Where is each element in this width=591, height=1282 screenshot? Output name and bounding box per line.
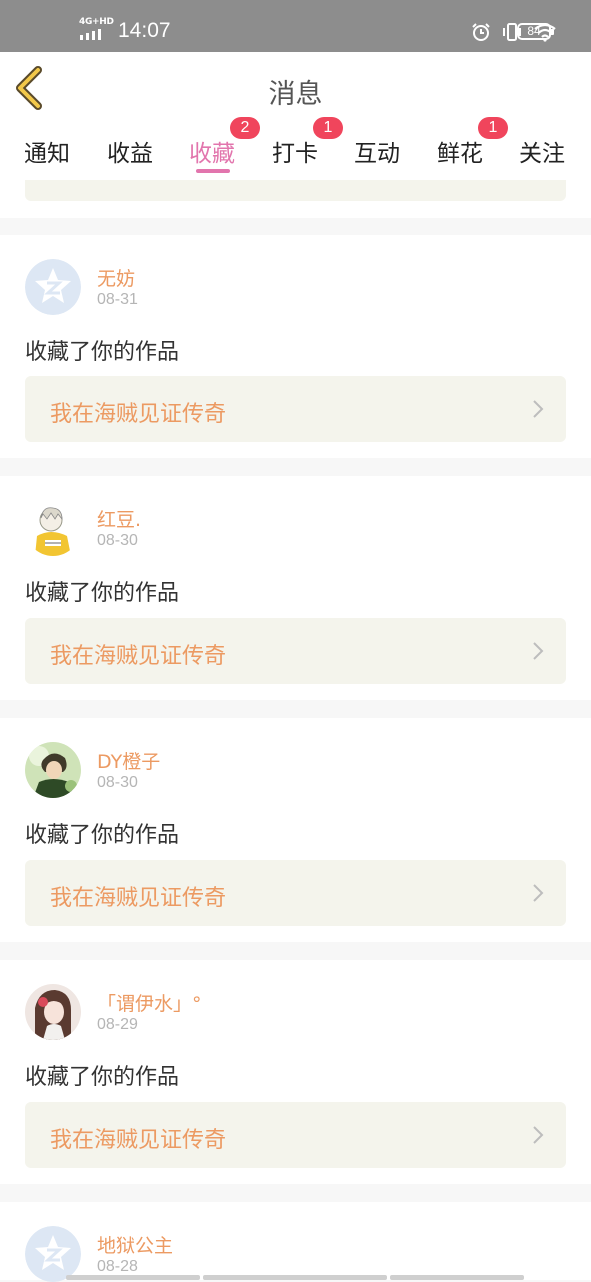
list-item: 「谓伊水」° 08-29 收藏了你的作品 我在海贼见证传奇 (0, 960, 591, 1184)
tab-interaction[interactable]: 互动 (354, 134, 400, 168)
avatar[interactable] (25, 259, 81, 315)
tab-flowers-badge: 1 (478, 117, 508, 139)
list-item: DY橙子 08-30 收藏了你的作品 我在海贼见证传奇 (0, 718, 591, 942)
chevron-right-icon (533, 642, 544, 660)
chevron-right-icon (533, 1126, 544, 1144)
action-text: 收藏了你的作品 (25, 1065, 180, 1090)
chevron-right-icon (533, 884, 544, 902)
date: 08-30 (97, 774, 138, 791)
default-avatar-icon (25, 259, 81, 315)
work-link[interactable]: 我在海贼见证传奇 (25, 376, 566, 442)
date: 08-28 (97, 1258, 138, 1275)
status-bar: 4G+HD 14:07 84 (0, 0, 591, 52)
default-avatar-icon (25, 1226, 81, 1282)
work-title: 我在海贼见证传奇 (50, 644, 227, 669)
action-text: 收藏了你的作品 (25, 340, 180, 365)
tab-flowers[interactable]: 鲜花 (437, 134, 483, 168)
tab-earnings[interactable]: 收益 (107, 134, 153, 168)
work-link[interactable]: 我在海贼见证传奇 (25, 1102, 566, 1168)
tab-checkin[interactable]: 打卡 (272, 134, 318, 168)
anime-girl-avatar (25, 984, 81, 1040)
list-item: 无妨 08-31 收藏了你的作品 我在海贼见证传奇 (0, 235, 591, 458)
tab-checkin-badge: 1 (313, 117, 343, 139)
user-name[interactable]: DY橙子 (97, 747, 160, 774)
user-name[interactable]: 地狱公主 (97, 1231, 173, 1258)
avatar[interactable] (25, 1226, 81, 1282)
action-text: 收藏了你的作品 (25, 823, 180, 848)
previous-item-remnant (0, 180, 591, 218)
date: 08-31 (97, 291, 138, 308)
avatar[interactable] (25, 500, 81, 556)
tab-notice[interactable]: 通知 (24, 134, 70, 168)
work-link[interactable]: 我在海贼见证传奇 (25, 860, 566, 926)
work-title: 我在海贼见证传奇 (50, 886, 227, 911)
anime-boy-avatar (25, 500, 81, 556)
user-name[interactable]: 红豆. (97, 505, 141, 532)
user-name[interactable]: 无妨 (97, 264, 135, 291)
list-item: 红豆. 08-30 收藏了你的作品 我在海贼见证传奇 (0, 476, 591, 700)
tab-favorites[interactable]: 收藏 (189, 134, 235, 168)
green-anime-avatar (25, 742, 81, 798)
clock: 14:07 (118, 19, 171, 42)
work-link[interactable]: 我在海贼见证传奇 (25, 618, 566, 684)
work-link-remnant (25, 180, 566, 201)
action-text: 收藏了你的作品 (25, 581, 180, 606)
tab-follow[interactable]: 关注 (519, 134, 565, 168)
active-tab-indicator (196, 169, 230, 173)
battery-icon: 84 (517, 23, 554, 40)
work-title: 我在海贼见证传奇 (50, 1128, 227, 1153)
date: 08-30 (97, 532, 138, 549)
alarm-icon (472, 23, 490, 41)
date: 08-29 (97, 1016, 138, 1033)
avatar[interactable] (25, 984, 81, 1040)
gesture-bar (66, 1275, 524, 1280)
signal-icon (80, 29, 101, 40)
work-title: 我在海贼见证传奇 (50, 402, 227, 427)
list-item: 地狱公主 08-28 (0, 1202, 591, 1282)
user-name[interactable]: 「谓伊水」° (97, 989, 202, 1016)
nav-bar: 消息 (0, 52, 591, 124)
tab-favorites-badge: 2 (230, 117, 260, 139)
avatar[interactable] (25, 742, 81, 798)
network-type: 4G+HD (79, 17, 114, 27)
chevron-right-icon (533, 400, 544, 418)
page-title: 消息 (268, 79, 323, 110)
tab-bar: 通知 收益 收藏 打卡 互动 鲜花 关注 2 1 1 (0, 117, 591, 180)
